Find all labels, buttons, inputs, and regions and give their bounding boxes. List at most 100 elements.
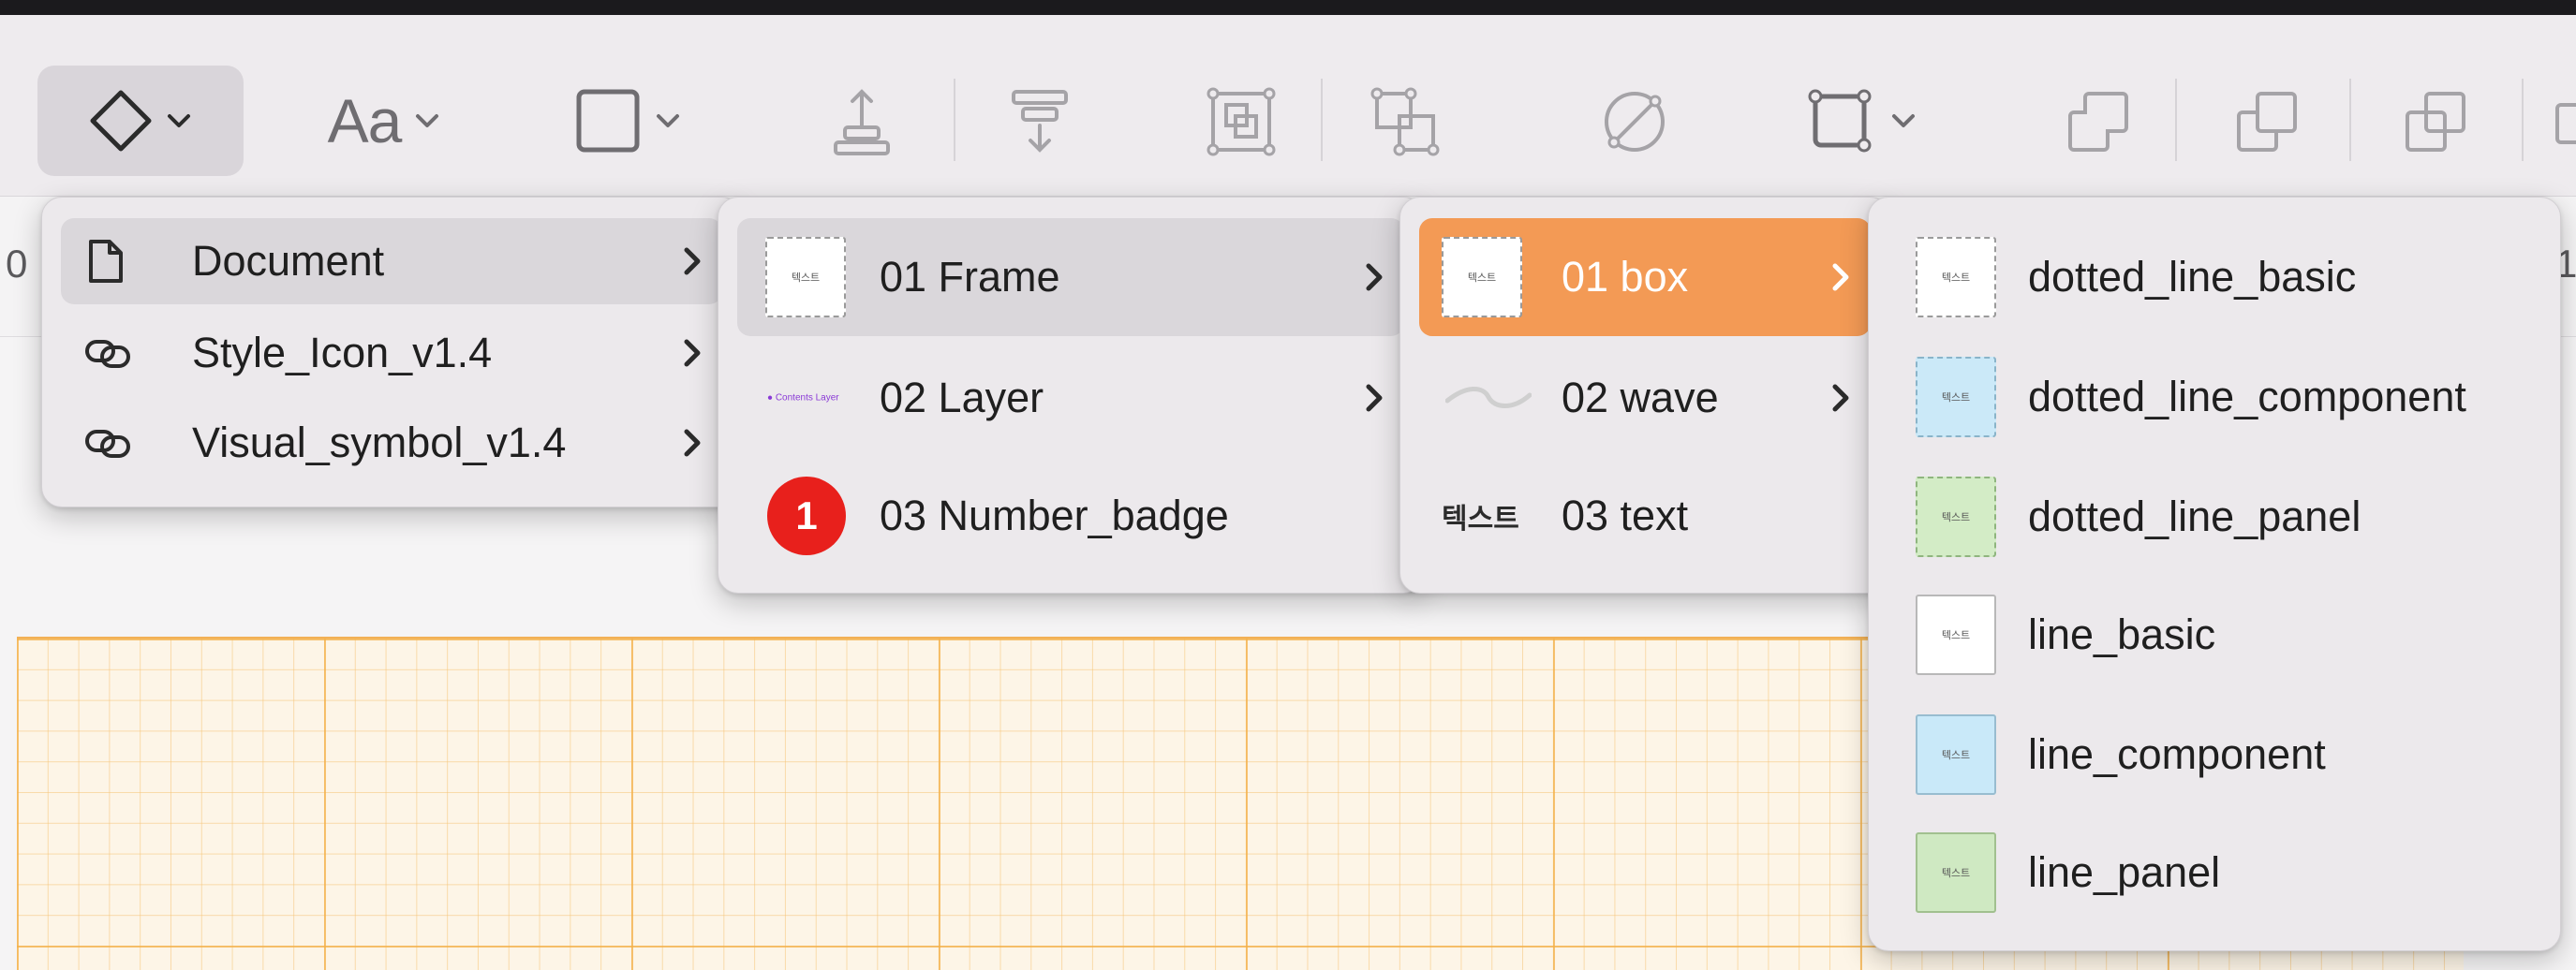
menu-item-label: dotted_line_component xyxy=(2028,373,2466,420)
ungroup-frame-icon xyxy=(1370,87,1440,156)
menu-item-label: Visual_symbol_v1.4 xyxy=(192,419,567,466)
thumbnail-text: 텍스트 xyxy=(1467,272,1497,284)
ruler-left-text: 0 xyxy=(6,242,28,286)
menu-item-label: line_panel xyxy=(2028,848,2221,896)
menu-box: 텍스트 dotted_line_basic 텍스트 dotted_line_co… xyxy=(1868,197,2561,951)
menu-item-text[interactable]: 텍스트 03 text xyxy=(1419,458,1871,574)
menu-item-dotted-line-component[interactable]: 텍스트 dotted_line_component xyxy=(1888,338,2541,456)
menu-item-label: 02 wave xyxy=(1562,374,1719,421)
dotted-line-basic-thumbnail: 텍스트 xyxy=(1916,237,1996,317)
thumbnail-text: 텍스트 xyxy=(1941,630,1971,641)
shape-tool-button[interactable] xyxy=(543,66,712,176)
text-thumbnail: 텍스트 xyxy=(1442,504,1519,535)
menu-document: 텍스트 01 Frame ● Contents Layer 02 Layer 1… xyxy=(718,197,1424,594)
menu-item-label: Style_Icon_v1.4 xyxy=(192,329,493,376)
menu-item-document[interactable]: Document xyxy=(61,218,722,304)
chevron-right-icon xyxy=(684,429,701,457)
dotted-line-component-thumbnail: 텍스트 xyxy=(1916,357,1996,437)
line-basic-thumbnail: 텍스트 xyxy=(1916,595,1996,675)
union-icon xyxy=(2068,92,2128,152)
union-button[interactable] xyxy=(2051,75,2145,169)
menu-libraries: Document Style_Icon_v1.4 Visual_symbol_v… xyxy=(41,197,742,507)
menu-item-label: 03 Number_badge xyxy=(880,492,1229,539)
chevron-down-icon xyxy=(416,114,439,127)
distribute-vertical-icon xyxy=(1012,90,1068,153)
menu-item-line-component[interactable]: 텍스트 line_component xyxy=(1888,696,2541,814)
distribute-button[interactable] xyxy=(993,75,1087,169)
document-icon xyxy=(89,240,123,283)
align-bottom-button[interactable] xyxy=(815,75,909,169)
toolbar-divider xyxy=(2175,79,2177,161)
contents-layer-thumbnail: ● Contents Layer xyxy=(767,392,839,404)
thumbnail-text: 텍스트 xyxy=(791,272,821,284)
menu-item-style-icon[interactable]: Style_Icon_v1.4 xyxy=(61,310,722,396)
toolbar-divider xyxy=(954,79,955,161)
text-tool-label: Aa xyxy=(327,86,403,155)
thumbnail-text: 텍스트 xyxy=(1941,750,1971,761)
menu-item-frame[interactable]: 텍스트 01 Frame xyxy=(737,218,1404,336)
chevron-right-icon xyxy=(684,247,701,275)
mask-icon xyxy=(1605,92,1665,152)
menu-item-line-panel[interactable]: 텍스트 line_panel xyxy=(1888,814,2541,932)
menu-item-number-badge[interactable]: 1 03 Number_badge xyxy=(737,458,1404,574)
link-icon xyxy=(85,430,130,458)
dotted-line-panel-thumbnail: 텍스트 xyxy=(1916,477,1996,557)
menu-item-box[interactable]: 텍스트 01 box xyxy=(1419,218,1871,336)
group-frame-button[interactable] xyxy=(1194,75,1288,169)
bounding-box-icon xyxy=(1808,89,1872,153)
menu-item-label: line_component xyxy=(2028,730,2326,778)
chevron-down-icon xyxy=(657,114,679,127)
menu-item-visual-symbol[interactable]: Visual_symbol_v1.4 xyxy=(61,400,722,486)
menu-item-label: 03 text xyxy=(1562,492,1689,539)
more-tool-button[interactable] xyxy=(2548,75,2576,169)
thumbnail-text: 텍스트 xyxy=(1941,392,1971,404)
component-diamond-icon xyxy=(90,90,152,152)
exclude-icon xyxy=(2555,103,2576,144)
number-badge-icon: 1 xyxy=(767,477,846,555)
menu-item-dotted-line-panel[interactable]: 텍스트 dotted_line_panel xyxy=(1888,458,2541,576)
thumbnail-text: 텍스트 xyxy=(1941,272,1971,284)
toolbar-divider xyxy=(1321,79,1323,161)
frame-thumbnail: 텍스트 xyxy=(765,237,846,317)
intersect-icon xyxy=(2406,92,2465,152)
intersect-button[interactable] xyxy=(2389,75,2482,169)
square-shape-icon xyxy=(576,89,640,153)
menu-item-dotted-line-basic[interactable]: 텍스트 dotted_line_basic xyxy=(1888,218,2541,336)
ungroup-frame-button[interactable] xyxy=(1358,75,1452,169)
menu-item-label: line_basic xyxy=(2028,610,2216,658)
subtract-icon xyxy=(2237,92,2297,152)
menu-item-label: 01 box xyxy=(1562,253,1689,301)
toolbar-divider xyxy=(2349,79,2351,161)
window-top-strip xyxy=(0,0,2576,15)
chevron-right-icon xyxy=(1832,384,1849,412)
menu-item-label: Document xyxy=(192,237,385,285)
line-panel-thumbnail: 텍스트 xyxy=(1916,832,1996,913)
toolbar: Aa xyxy=(0,15,2576,197)
wave-icon xyxy=(1445,387,1532,408)
menu-item-layer[interactable]: ● Contents Layer 02 Layer xyxy=(737,340,1404,456)
subtract-button[interactable] xyxy=(2220,75,2314,169)
chevron-down-icon xyxy=(168,114,190,127)
components-tool-button[interactable] xyxy=(37,66,244,176)
thumbnail-text: 텍스트 xyxy=(1941,512,1971,523)
bounding-box-button[interactable] xyxy=(1780,66,1939,176)
chevron-right-icon xyxy=(1366,384,1383,412)
align-bottom-icon xyxy=(834,89,890,155)
thumbnail-text: 텍스트 xyxy=(1941,868,1971,879)
menu-item-label: dotted_line_panel xyxy=(2028,492,2361,540)
box-thumbnail: 텍스트 xyxy=(1442,237,1522,317)
menu-item-label: dotted_line_basic xyxy=(2028,253,2357,301)
chevron-down-icon xyxy=(1892,114,1915,127)
menu-frame: 텍스트 01 box 02 wave 텍스트 03 text xyxy=(1399,197,1890,594)
chevron-right-icon xyxy=(1832,263,1849,291)
text-tool-button[interactable]: Aa xyxy=(300,66,468,176)
line-component-thumbnail: 텍스트 xyxy=(1916,714,1996,795)
mask-button[interactable] xyxy=(1588,75,1681,169)
menu-item-line-basic[interactable]: 텍스트 line_basic xyxy=(1888,576,2541,694)
menu-item-wave[interactable]: 02 wave xyxy=(1419,340,1871,456)
menu-item-label: 02 Layer xyxy=(880,374,1044,421)
menu-item-label: 01 Frame xyxy=(880,253,1060,301)
group-frame-icon xyxy=(1207,87,1276,156)
link-icon xyxy=(85,340,130,368)
toolbar-divider xyxy=(2522,79,2524,161)
